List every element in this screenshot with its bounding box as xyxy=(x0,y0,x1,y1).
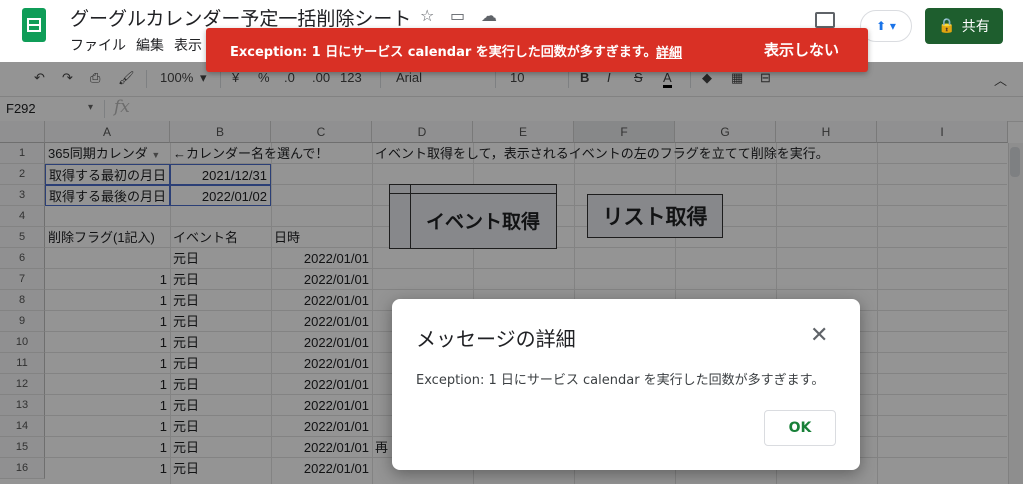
sheets-logo-icon[interactable] xyxy=(22,8,46,42)
document-title[interactable]: グーグルカレンダー予定一括削除シート xyxy=(70,4,411,31)
dialog-title: メッセージの詳細 xyxy=(416,327,576,351)
present-icon: ⬆ ▾ xyxy=(876,19,896,33)
share-button[interactable]: 🔒 共有 xyxy=(925,8,1003,44)
ok-button[interactable]: OK xyxy=(764,410,836,446)
error-message: Exception: 1 日にサービス calendar を実行した回数が多すぎ… xyxy=(230,45,657,60)
menu-edit[interactable]: 編集 xyxy=(136,35,164,55)
menu-bar: ファイル 編集 表示 xyxy=(70,35,202,55)
details-link[interactable]: 詳細 xyxy=(656,42,682,61)
star-icon[interactable]: ☆ xyxy=(420,6,434,25)
comment-history-icon[interactable] xyxy=(815,12,835,28)
share-label: 共有 xyxy=(961,19,990,35)
dismiss-button[interactable]: 表示しない xyxy=(764,39,839,60)
lock-icon: 🔒 xyxy=(938,18,956,34)
menu-view[interactable]: 表示 xyxy=(174,35,202,55)
cloud-status-icon[interactable]: ☁ xyxy=(481,6,497,25)
close-icon[interactable]: ✕ xyxy=(810,323,828,348)
dialog-message: Exception: 1 日にサービス calendar を実行した回数が多すぎ… xyxy=(416,373,825,388)
error-banner: Exception: 1 日にサービス calendar を実行した回数が多すぎ… xyxy=(206,28,868,72)
move-folder-icon[interactable]: ▭ xyxy=(450,6,465,25)
message-details-dialog: メッセージの詳細 ✕ Exception: 1 日にサービス calendar … xyxy=(392,299,860,470)
menu-file[interactable]: ファイル xyxy=(70,35,126,55)
